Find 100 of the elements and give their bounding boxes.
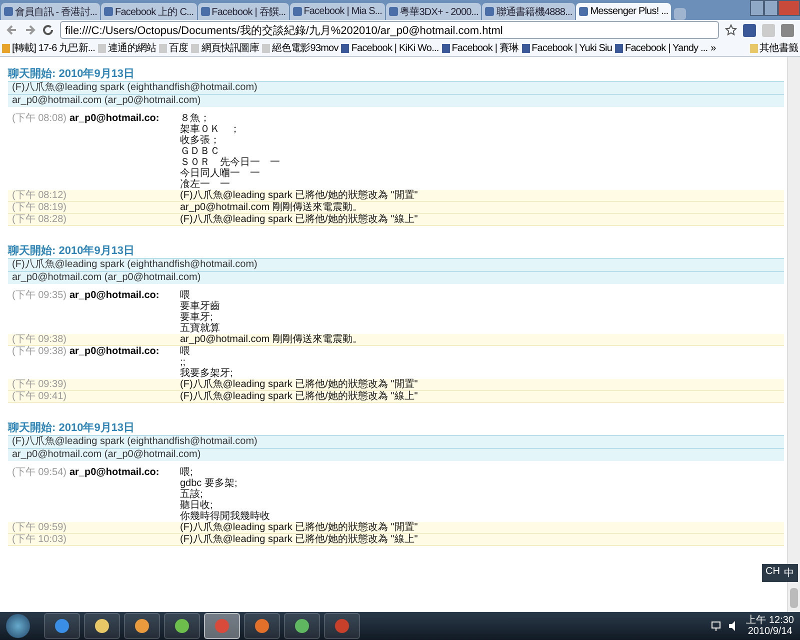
message-text: 聽日收; xyxy=(180,500,214,511)
favicon-icon xyxy=(4,7,13,16)
status-text: (F)八爪魚@leading spark 已將他/她的狀態改為 "閒置" xyxy=(180,379,419,390)
clock[interactable]: 上午 12:30 2010/9/14 xyxy=(746,615,794,637)
bookmark-item[interactable]: Facebook | KiKi Wo... xyxy=(341,42,439,54)
timestamp: (下午 09:41) xyxy=(12,391,68,402)
message-text: 架車０Ｋ ； xyxy=(180,124,241,135)
message-text: 喂; xyxy=(180,467,194,478)
taskbar-app[interactable] xyxy=(84,613,120,639)
status-text: (F)八爪魚@leading spark 已將他/她的狀態改為 "閒置" xyxy=(180,190,419,201)
sender-name: ar_p0@hotmail.co: xyxy=(69,113,160,124)
taskbar-app[interactable] xyxy=(124,613,160,639)
message-text: 五該; xyxy=(180,489,204,500)
message-text: 五寶就算 xyxy=(180,323,221,334)
taskbar-app[interactable] xyxy=(244,613,280,639)
timestamp: (下午 09:38) xyxy=(12,346,66,357)
browser-tab[interactable]: 會員自訊 - 香港討... xyxy=(1,3,100,20)
browser-tab[interactable]: Facebook 上的 C... xyxy=(101,3,197,20)
app-icon xyxy=(334,618,350,634)
message-text: gdbc 要多架; xyxy=(180,478,238,489)
taskbar-app[interactable] xyxy=(44,613,80,639)
favicon-icon xyxy=(292,7,302,16)
bookmark-item[interactable]: Facebook | 賽琳 xyxy=(442,41,519,55)
message-text: 要車牙; xyxy=(180,312,214,323)
browser-tab[interactable]: Facebook | Mia S... xyxy=(290,3,386,20)
more-bookmarks[interactable]: » xyxy=(710,42,716,54)
message-text: 要車牙齒 xyxy=(180,301,221,312)
browser-tab[interactable]: Messenger Plus! ... xyxy=(576,3,672,20)
message-text: 收多張； xyxy=(180,135,221,146)
timestamp: (下午 08:12) xyxy=(12,190,68,201)
address-field[interactable]: file:///C:/Users/Octopus/Documents/我的交談紀錄/九月%202010/ar_p0@hotmail.com.html xyxy=(60,21,719,39)
status-text: (F)八爪魚@leading spark 已將他/她的狀態改為 "線上" xyxy=(180,534,419,545)
sender-name: ar_p0@hotmail.co: xyxy=(69,346,160,357)
extension-icon[interactable] xyxy=(743,24,756,36)
session-title: 聊天開始: 2010年9月13日 xyxy=(8,244,136,258)
participant-row: (F)八爪魚@leading spark (eighthandfish@hotmail.com) xyxy=(8,258,784,271)
browser-tab[interactable]: 粵華3DX+ - 2000... xyxy=(386,3,482,20)
timestamp: (下午 08:08) xyxy=(12,113,66,124)
bookmark-folder[interactable]: 其他書籤 xyxy=(750,41,798,55)
bookmark-item[interactable]: 連通的網站 xyxy=(98,41,156,55)
timestamp: (下午 09:39) xyxy=(12,379,68,390)
participant-row: (F)八爪魚@leading spark (eighthandfish@hotmail.com) xyxy=(8,81,784,94)
sender-name: ar_p0@hotmail.co: xyxy=(69,467,160,478)
message-text: 今日同人嗰一 一 xyxy=(180,168,261,179)
status-text: (F)八爪魚@leading spark 已將他/她的狀態改為 "線上" xyxy=(180,391,419,402)
participant-row: ar_p0@hotmail.com (ar_p0@hotmail.com) xyxy=(8,94,784,107)
status-text: (F)八爪魚@leading spark 已將他/她的狀態改為 "閒置" xyxy=(180,522,419,533)
message-text: 喂 xyxy=(180,346,191,357)
message-text: ８魚； xyxy=(180,113,211,124)
message-text: 你幾時得閒我幾時收 xyxy=(180,511,271,522)
timestamp: (下午 08:28) xyxy=(12,214,68,225)
status-text: ar_p0@hotmail.com 剛剛傳送來電震動。 xyxy=(180,334,364,345)
reload-icon[interactable] xyxy=(42,24,54,36)
participant-row: (F)八爪魚@leading spark (eighthandfish@hotmail.com) xyxy=(8,435,784,448)
session-title: 聊天開始: 2010年9月13日 xyxy=(8,67,136,81)
timestamp: (下午 08:19) xyxy=(12,202,68,213)
network-icon[interactable] xyxy=(710,620,722,632)
favicon-icon xyxy=(200,7,210,16)
message-text: 我要多架牙; xyxy=(180,368,234,379)
back-icon[interactable] xyxy=(6,24,18,36)
bookmark-item[interactable]: 網頁快訊圖庫 xyxy=(191,41,259,55)
participant-row: ar_p0@hotmail.com (ar_p0@hotmail.com) xyxy=(8,448,784,461)
maximize-button[interactable] xyxy=(764,0,778,16)
scroll-thumb[interactable] xyxy=(790,588,798,608)
minimize-button[interactable] xyxy=(750,0,764,16)
timestamp: (下午 09:59) xyxy=(12,522,68,533)
message-text: 喂 xyxy=(180,290,190,301)
favicon-icon xyxy=(104,7,114,16)
status-text: (F)八爪魚@leading spark 已將他/她的狀態改為 "線上" xyxy=(180,214,419,225)
taskbar-app[interactable] xyxy=(164,613,200,639)
timestamp: (下午 09:38) xyxy=(12,334,68,345)
star-icon[interactable] xyxy=(725,24,737,36)
app-icon xyxy=(134,618,150,634)
sender-name: ar_p0@hotmail.co: xyxy=(69,290,160,301)
message-text: ＧＤＢＣ xyxy=(180,146,220,157)
timestamp: (下午 10:03) xyxy=(12,534,68,545)
favicon-icon xyxy=(579,7,588,16)
start-button[interactable] xyxy=(6,614,30,638)
bookmark-item[interactable]: 絕色電影93mov xyxy=(262,41,338,55)
taskbar-app[interactable] xyxy=(284,613,320,639)
message-text: Ｓ０Ｒ 先今日一 一 xyxy=(180,157,281,168)
favicon-icon xyxy=(389,7,398,16)
timestamp: (下午 09:35) xyxy=(12,290,66,301)
status-text: ar_p0@hotmail.com 剛剛傳送來電震動。 xyxy=(180,202,364,213)
favicon-icon xyxy=(485,7,494,16)
message-text: ;; xyxy=(180,357,186,368)
bookmark-item[interactable]: [轉載] 17-6 九巴新... xyxy=(2,41,96,55)
session-title: 聊天開始: 2010年9月13日 xyxy=(8,421,136,435)
message-text: 飡左一 一 xyxy=(180,179,231,190)
timestamp: (下午 09:54) xyxy=(12,467,66,478)
browser-tab[interactable]: Facebook | 吞饌... xyxy=(198,3,289,20)
app-icon xyxy=(294,618,310,634)
language-bar[interactable]: CH 中 xyxy=(762,564,798,582)
bookmark-item[interactable]: 百度 xyxy=(159,41,188,55)
app-icon xyxy=(174,618,190,634)
participant-row: ar_p0@hotmail.com (ar_p0@hotmail.com) xyxy=(8,271,784,284)
forward-icon[interactable] xyxy=(24,24,36,36)
bookmark-item[interactable]: Facebook | Yuki Siu xyxy=(522,42,612,54)
browser-tab[interactable]: 聯通書籍機4888... xyxy=(482,3,576,20)
bookmark-item[interactable]: Facebook | Yandy ... xyxy=(615,42,708,54)
